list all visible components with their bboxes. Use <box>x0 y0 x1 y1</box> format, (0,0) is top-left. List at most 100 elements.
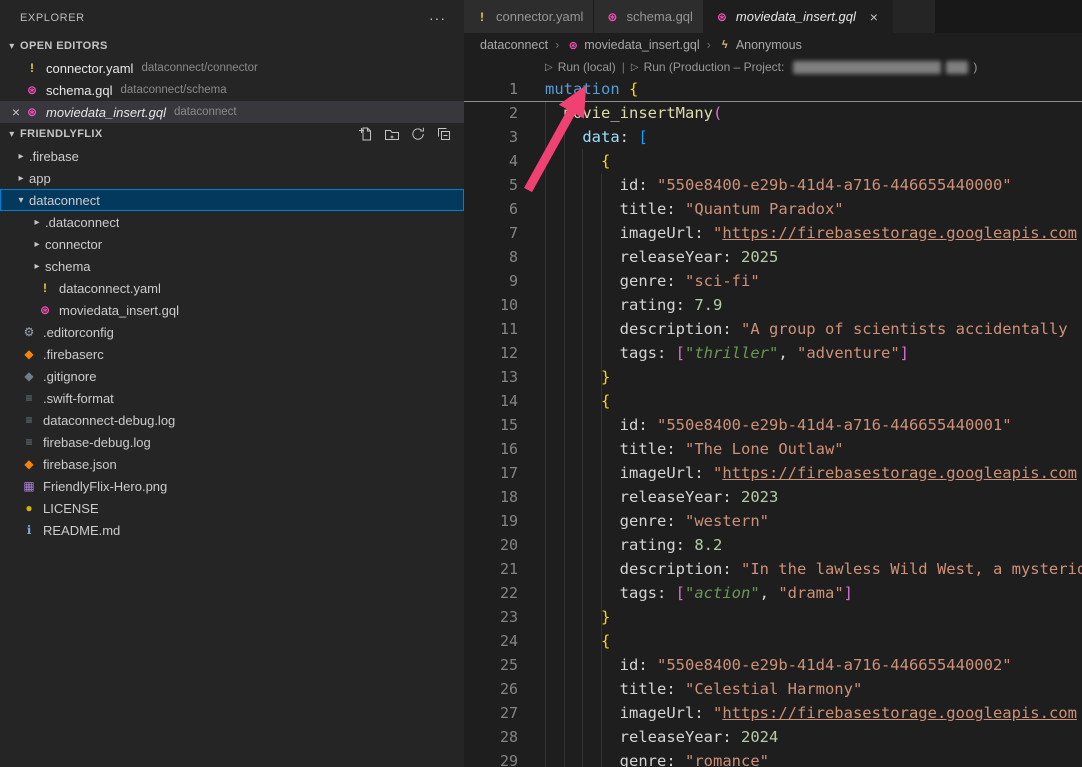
tree-item-dataconnect[interactable]: ▾dataconnect <box>0 189 464 211</box>
tree-item-label: .dataconnect <box>45 215 119 230</box>
tree-item-label: LICENSE <box>43 501 99 516</box>
collapse-all-icon[interactable] <box>436 126 452 142</box>
code-text: data: [ <box>518 125 648 149</box>
open-editor-label: moviedata_insert.gql <box>46 105 166 120</box>
close-icon[interactable]: × <box>866 9 882 25</box>
line-number: 14 <box>464 389 518 413</box>
run-production-link[interactable]: ▷ Run (Production – Project: ) <box>631 60 977 74</box>
code-line[interactable]: 23 } <box>464 605 1082 629</box>
tree-item-dataconnect-debug-log[interactable]: ≡dataconnect-debug.log <box>0 409 464 431</box>
code-line[interactable]: 2 movie_insertMany( <box>464 101 1082 125</box>
code-line[interactable]: 3 data: [ <box>464 125 1082 149</box>
tree-item-label: README.md <box>43 523 120 538</box>
tab-strip: !connector.yaml⊛schema.gql⊛moviedata_ins… <box>464 0 1082 33</box>
redacted-region <box>935 0 1082 33</box>
code-line[interactable]: 15 id: "550e8400-e29b-41d4-a716-44665544… <box>464 413 1082 437</box>
more-actions-icon[interactable]: ··· <box>429 10 446 26</box>
code-line[interactable]: 19 genre: "western" <box>464 509 1082 533</box>
code-line[interactable]: 26 title: "Celestial Harmony" <box>464 677 1082 701</box>
editor-tab[interactable]: ⊛schema.gql <box>594 0 703 33</box>
tree-item-friendlyflix-hero-png[interactable]: ▦FriendlyFlix-Hero.png <box>0 475 464 497</box>
code-line[interactable]: 9 genre: "sci-fi" <box>464 269 1082 293</box>
code-line[interactable]: 12 tags: ["thriller", "adventure"] <box>464 341 1082 365</box>
tree-item-moviedata-insert-gql[interactable]: ⊛moviedata_insert.gql <box>0 299 464 321</box>
tree-item-connector[interactable]: ▸connector <box>0 233 464 255</box>
tree-item-firebase-debug-log[interactable]: ≡firebase-debug.log <box>0 431 464 453</box>
breadcrumb-item[interactable]: ϟAnonymous <box>718 38 802 52</box>
close-icon[interactable]: × <box>8 104 24 120</box>
breadcrumb-item[interactable]: ⊛moviedata_insert.gql <box>566 38 699 52</box>
code-line[interactable]: 5 id: "550e8400-e29b-41d4-a716-446655440… <box>464 173 1082 197</box>
code-line[interactable]: 28 releaseYear: 2024 <box>464 725 1082 749</box>
tree-item--swift-format[interactable]: ≡.swift-format <box>0 387 464 409</box>
code-line[interactable]: 21 description: "In the lawless Wild Wes… <box>464 557 1082 581</box>
line-number: 24 <box>464 629 518 653</box>
code-line[interactable]: 1mutation { <box>464 77 1082 101</box>
new-folder-icon[interactable] <box>384 126 400 142</box>
editor-tab[interactable]: ⊛moviedata_insert.gql× <box>704 0 893 33</box>
line-number: 15 <box>464 413 518 437</box>
tree-item-app[interactable]: ▸app <box>0 167 464 189</box>
line-number: 5 <box>464 173 518 197</box>
line-number: 28 <box>464 725 518 749</box>
code-text: releaseYear: 2023 <box>518 485 778 509</box>
code-line[interactable]: 27 imageUrl: "https://firebasestorage.go… <box>464 701 1082 725</box>
flame-icon: ◆ <box>21 347 37 361</box>
lines-icon: ≡ <box>21 435 37 449</box>
explorer-header: EXPLORER ··· <box>0 0 464 35</box>
code-line[interactable]: 11 description: "A group of scientists a… <box>464 317 1082 341</box>
line-number: 8 <box>464 245 518 269</box>
code-line[interactable]: 13 } <box>464 365 1082 389</box>
warning-icon: ! <box>474 10 490 24</box>
line-number: 27 <box>464 701 518 725</box>
code-line[interactable]: 17 imageUrl: "https://firebasestorage.go… <box>464 461 1082 485</box>
code-line[interactable]: 7 imageUrl: "https://firebasestorage.goo… <box>464 221 1082 245</box>
line-number: 26 <box>464 677 518 701</box>
code-line[interactable]: 14 { <box>464 389 1082 413</box>
run-local-link[interactable]: ▷ Run (local) <box>545 60 616 74</box>
workspace-header[interactable]: ▾ FRIENDLYFLIX <box>0 123 464 145</box>
code-line[interactable]: 29 genre: "romance" <box>464 749 1082 767</box>
tab-bar: !connector.yaml⊛schema.gql⊛moviedata_ins… <box>464 0 893 33</box>
tree-item-firebase-json[interactable]: ◆firebase.json <box>0 453 464 475</box>
breadcrumb-label: moviedata_insert.gql <box>584 38 699 52</box>
open-editors-header[interactable]: ▾ OPEN EDITORS <box>0 35 464 57</box>
open-editor-item[interactable]: ⊛schema.gqldataconnect/schema <box>0 79 464 101</box>
tree-item--editorconfig[interactable]: ⚙.editorconfig <box>0 321 464 343</box>
code-line[interactable]: 4 { <box>464 149 1082 173</box>
tree-item-readme-md[interactable]: ℹREADME.md <box>0 519 464 541</box>
tab-label: moviedata_insert.gql <box>736 9 856 24</box>
new-file-icon[interactable] <box>358 126 374 142</box>
flame-icon: ◆ <box>21 457 37 471</box>
tree-item--firebaserc[interactable]: ◆.firebaserc <box>0 343 464 365</box>
refresh-icon[interactable] <box>410 126 426 142</box>
code-line[interactable]: 18 releaseYear: 2023 <box>464 485 1082 509</box>
tree-item-label: FriendlyFlix-Hero.png <box>43 479 167 494</box>
chevron-right-icon: ▸ <box>29 239 45 250</box>
code-line[interactable]: 10 rating: 7.9 <box>464 293 1082 317</box>
tree-item-license[interactable]: ●LICENSE <box>0 497 464 519</box>
code-line[interactable]: 16 title: "The Lone Outlaw" <box>464 437 1082 461</box>
breadcrumb-item[interactable]: dataconnect <box>480 38 548 52</box>
tree-item-dataconnect-yaml[interactable]: !dataconnect.yaml <box>0 277 464 299</box>
open-editor-item[interactable]: !connector.yamldataconnect/connector <box>0 57 464 79</box>
code-line[interactable]: 24 { <box>464 629 1082 653</box>
tree-item-label: dataconnect-debug.log <box>43 413 175 428</box>
code-line[interactable]: 25 id: "550e8400-e29b-41d4-a716-44665544… <box>464 653 1082 677</box>
open-editor-item[interactable]: ×⊛moviedata_insert.gqldataconnect <box>0 101 464 123</box>
tree-item-label: .editorconfig <box>43 325 114 340</box>
code-line[interactable]: 20 rating: 8.2 <box>464 533 1082 557</box>
gql-icon: ⊛ <box>37 303 53 317</box>
code-line[interactable]: 22 tags: ["action", "drama"] <box>464 581 1082 605</box>
code-text: rating: 7.9 <box>518 293 722 317</box>
line-number: 16 <box>464 437 518 461</box>
tree-item--gitignore[interactable]: ◆.gitignore <box>0 365 464 387</box>
chevron-right-icon: ▸ <box>29 217 45 228</box>
code-text: movie_insertMany( <box>518 101 722 125</box>
tree-item--dataconnect[interactable]: ▸.dataconnect <box>0 211 464 233</box>
editor-tab[interactable]: !connector.yaml <box>464 0 594 33</box>
code-line[interactable]: 6 title: "Quantum Paradox" <box>464 197 1082 221</box>
code-line[interactable]: 8 releaseYear: 2025 <box>464 245 1082 269</box>
tree-item--firebase[interactable]: ▸.firebase <box>0 145 464 167</box>
tree-item-schema[interactable]: ▸schema <box>0 255 464 277</box>
